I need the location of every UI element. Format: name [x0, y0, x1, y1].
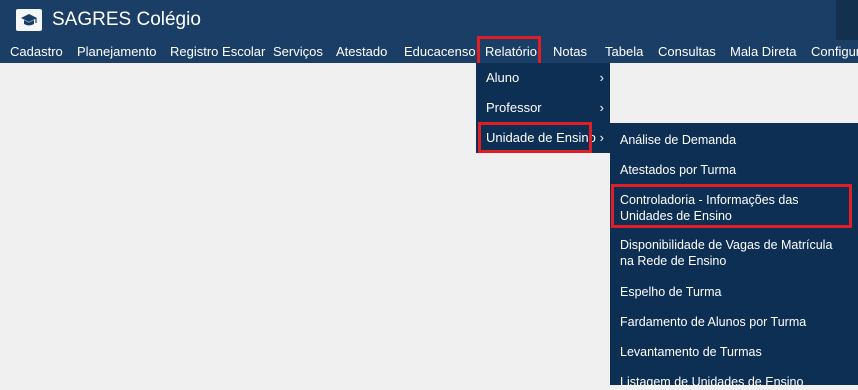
chevron-right-icon: › [599, 70, 604, 85]
dropdown-item-label: Professor [486, 100, 542, 115]
menu-item-educacenso[interactable]: Educacenso [404, 40, 476, 63]
menu-item-configuracoes[interactable]: Configura [811, 40, 858, 63]
menu-item-planejamento[interactable]: Planejamento [77, 40, 157, 63]
title-bar: SAGRES Colégio [0, 0, 858, 40]
dropdown-item-unidade-de-ensino[interactable]: Unidade de Ensino › [476, 123, 610, 153]
dropdown-item-aluno[interactable]: Aluno › [476, 63, 610, 93]
menu-item-consultas[interactable]: Consultas [658, 40, 716, 63]
submenu-item-atestados-por-turma[interactable]: Atestados por Turma [610, 162, 858, 178]
chevron-right-icon: › [599, 100, 604, 115]
main-menu-bar: Cadastro Planejamento Registro Escolar S… [0, 40, 858, 63]
graduation-cap-icon [16, 9, 42, 31]
menu-item-cadastro[interactable]: Cadastro [10, 40, 63, 63]
submenu-item-espelho-de-turma[interactable]: Espelho de Turma [610, 284, 858, 300]
dropdown-item-professor[interactable]: Professor › [476, 93, 610, 123]
unidade-de-ensino-submenu: Análise de Demanda Atestados por Turma C… [610, 123, 858, 389]
menu-item-atestado[interactable]: Atestado [336, 40, 387, 63]
menu-item-tabela[interactable]: Tabela [605, 40, 643, 63]
submenu-item-fardamento-de-alunos[interactable]: Fardamento de Alunos por Turma [610, 314, 858, 330]
dropdown-item-label: Unidade de Ensino [486, 130, 596, 145]
menu-item-relatorio[interactable]: Relatório [485, 40, 537, 63]
menu-item-servicos[interactable]: Serviços [273, 40, 323, 63]
chevron-right-icon: › [599, 130, 604, 145]
dropdown-item-label: Aluno [486, 70, 520, 85]
window-corner [836, 0, 858, 40]
menu-item-mala-direta[interactable]: Mala Direta [730, 40, 796, 63]
menu-item-registro-escolar[interactable]: Registro Escolar [170, 40, 265, 63]
submenu-item-levantamento-de-turmas[interactable]: Levantamento de Turmas [610, 344, 858, 360]
submenu-item-listagem-de-unidades[interactable]: Listagem de Unidades de Ensino [610, 374, 858, 390]
app-title: SAGRES Colégio [52, 9, 201, 30]
submenu-item-analise-de-demanda[interactable]: Análise de Demanda [610, 132, 858, 148]
submenu-item-controladoria[interactable]: Controladoria - Informações das Unidades… [610, 192, 858, 224]
relatorio-dropdown: Aluno › Professor › Unidade de Ensino › [476, 63, 610, 153]
menu-item-notas[interactable]: Notas [553, 40, 587, 63]
submenu-item-disponibilidade-de-vagas[interactable]: Disponibilidade de Vagas de Matrícula na… [610, 237, 858, 269]
